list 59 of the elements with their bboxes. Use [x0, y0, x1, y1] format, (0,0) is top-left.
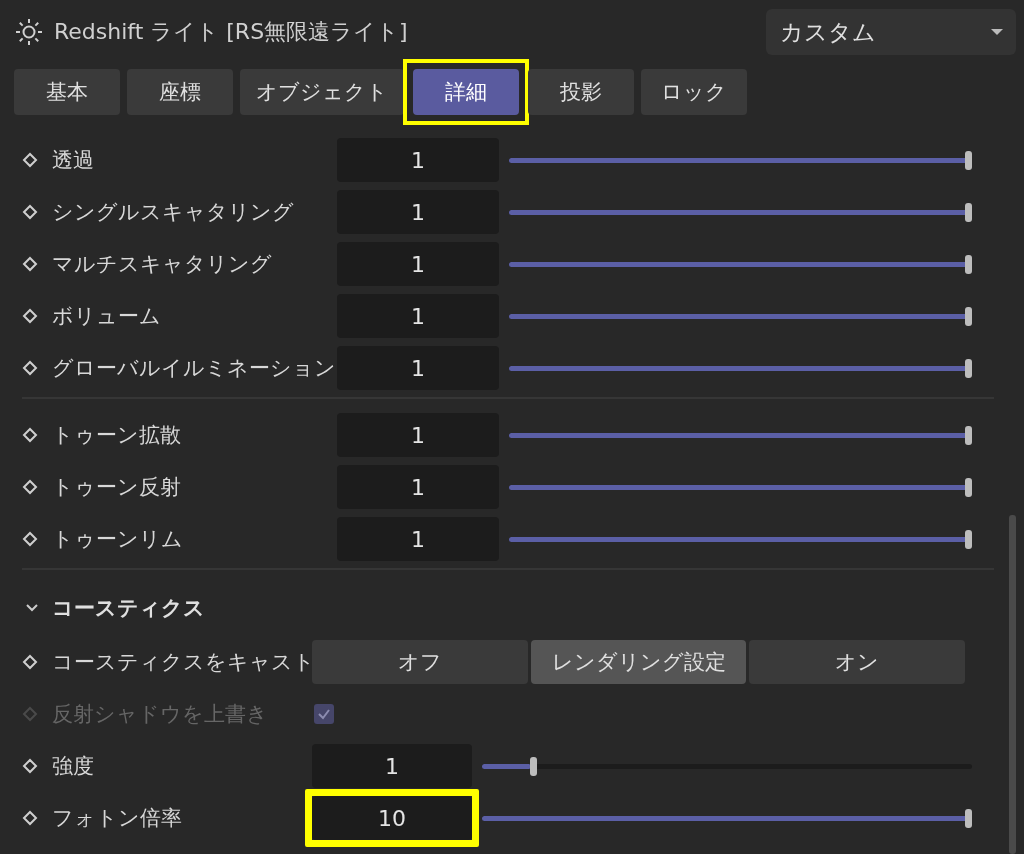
number-field[interactable]: 1	[337, 190, 499, 234]
number-field[interactable]: 10	[312, 796, 472, 840]
slider-thumb[interactable]	[965, 477, 972, 497]
parameter-label: 反射シャドウを上書き	[52, 701, 268, 728]
number-field[interactable]: 1	[337, 242, 499, 286]
tab[interactable]: ロック	[641, 69, 747, 115]
parameter-label: フォトン倍率	[52, 805, 182, 832]
preset-dropdown[interactable]: カスタム	[766, 9, 1016, 55]
parameter-label: 透過	[52, 147, 94, 174]
parameter-label: トゥーンリム	[52, 526, 183, 553]
segment-option[interactable]: オフ	[312, 640, 528, 684]
slider-thumb[interactable]	[965, 306, 972, 326]
section-title[interactable]: コースティクス	[52, 594, 205, 622]
chevron-icon[interactable]	[26, 603, 38, 613]
parameter-label: マルチスキャタリング	[52, 251, 272, 278]
number-field[interactable]: 1	[337, 294, 499, 338]
slider-thumb[interactable]	[965, 358, 972, 378]
tab[interactable]: オブジェクト	[240, 69, 404, 115]
sun-icon	[14, 17, 44, 47]
slider-thumb[interactable]	[965, 529, 972, 549]
slider-track[interactable]	[509, 358, 972, 378]
number-field[interactable]: 1	[337, 413, 499, 457]
parameter-label: トゥーン拡散	[52, 422, 181, 449]
slider-track[interactable]	[509, 477, 972, 497]
number-field[interactable]: 1	[337, 346, 499, 390]
scrollbar-thumb[interactable]	[1009, 515, 1016, 854]
check-icon	[317, 707, 331, 721]
slider-thumb[interactable]	[965, 254, 972, 274]
slider-track[interactable]	[482, 756, 972, 776]
slider-track[interactable]	[482, 808, 972, 828]
slider-track[interactable]	[509, 425, 972, 445]
slider-thumb[interactable]	[965, 150, 972, 170]
tab[interactable]: 座標	[127, 69, 233, 115]
panel-title: Redshift ライト [RS無限遠ライト]	[54, 18, 408, 46]
segment-option[interactable]: レンダリング設定	[530, 640, 747, 684]
segment-option[interactable]: オン	[749, 640, 965, 684]
slider-track[interactable]	[509, 306, 972, 326]
number-field[interactable]: 1	[337, 138, 499, 182]
tab[interactable]: 基本	[14, 69, 120, 115]
slider-thumb[interactable]	[965, 202, 972, 222]
slider-track[interactable]	[509, 202, 972, 222]
slider-thumb[interactable]	[965, 808, 972, 828]
number-field[interactable]: 1	[337, 465, 499, 509]
number-field[interactable]: 1	[337, 517, 499, 561]
slider-thumb[interactable]	[965, 425, 972, 445]
number-field[interactable]: 1	[312, 744, 472, 788]
parameter-label: 強度	[52, 753, 94, 780]
parameter-label: トゥーン反射	[52, 474, 181, 501]
slider-track[interactable]	[509, 529, 972, 549]
parameter-label: ボリューム	[52, 303, 161, 330]
caret-icon	[990, 28, 1004, 36]
parameter-label: シングルスキャタリング	[52, 199, 294, 226]
slider-track[interactable]	[509, 150, 972, 170]
slider-thumb[interactable]	[530, 756, 538, 776]
parameter-label: コースティクスをキャスト	[52, 649, 315, 676]
slider-track[interactable]	[509, 254, 972, 274]
parameter-label: グローバルイルミネーション	[52, 355, 336, 382]
tab[interactable]: 詳細	[413, 69, 519, 115]
tab[interactable]: 投影	[528, 69, 634, 115]
